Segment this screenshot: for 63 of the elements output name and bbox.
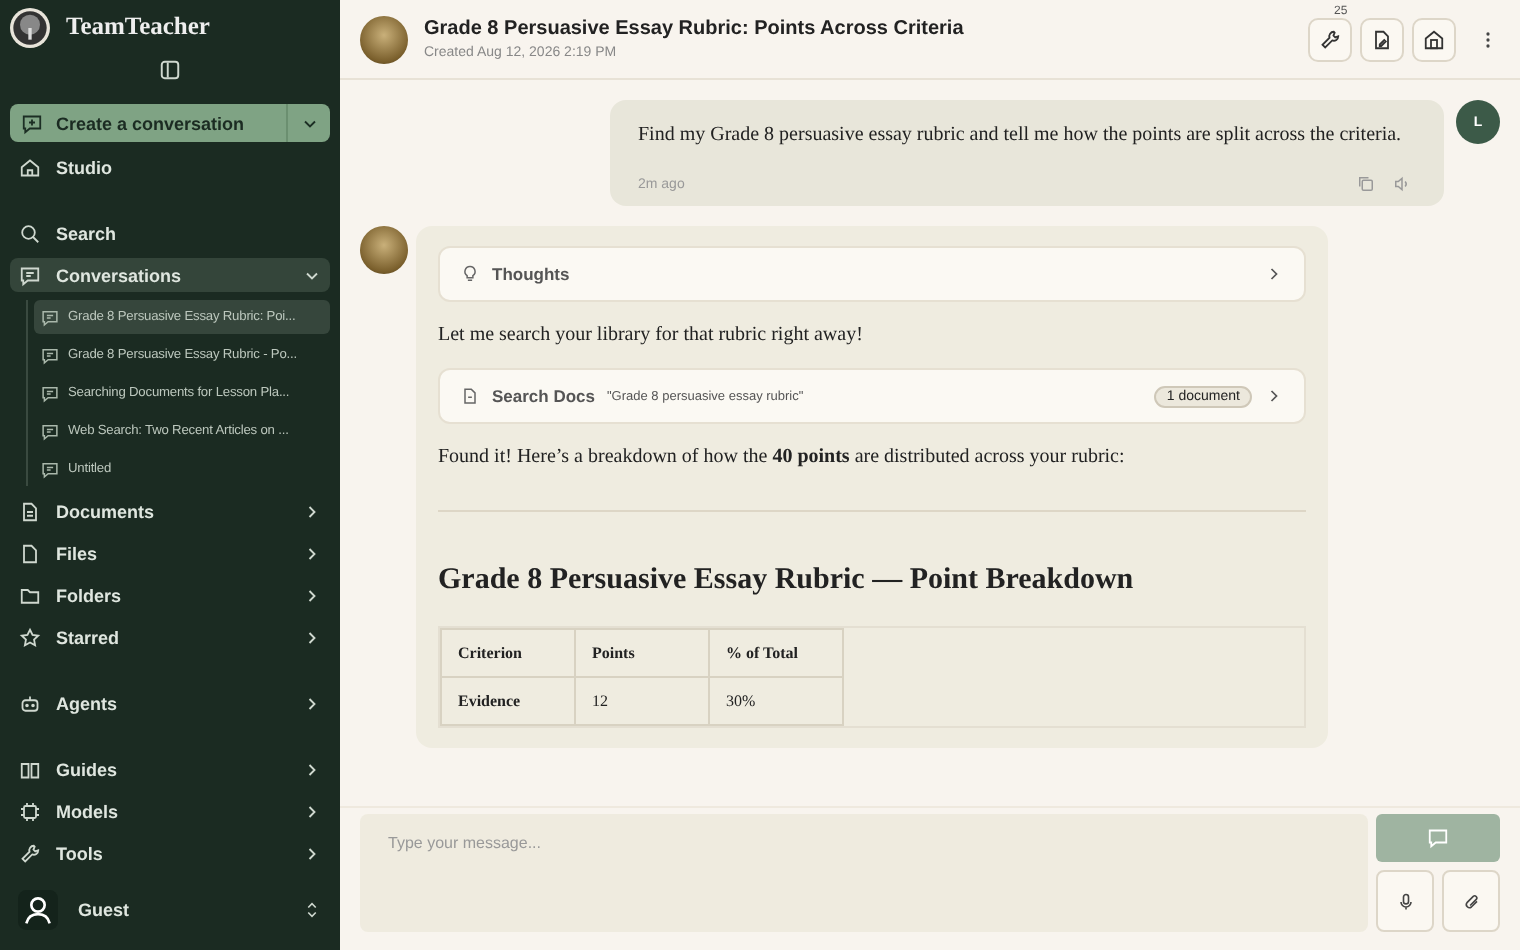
home-icon — [18, 155, 42, 179]
nav-item[interactable]: Conversations — [10, 258, 330, 292]
search-icon — [18, 221, 42, 245]
column-header: Points — [575, 629, 709, 677]
nav-item[interactable]: Studio — [10, 150, 330, 184]
chat-icon — [40, 345, 60, 365]
library-button[interactable] — [1412, 17, 1456, 61]
app-name: TeamTeacher — [66, 12, 210, 42]
message-text: Find my Grade 8 persuasive essay rubric and tell me how the points are split across the criteria. — [638, 124, 1404, 146]
bot-icon — [18, 691, 42, 715]
table-cell: Evidence — [441, 677, 575, 725]
nav-item[interactable]: Guides — [10, 752, 330, 786]
nav-item[interactable]: Agents — [10, 686, 330, 720]
assistant-avatar — [360, 15, 408, 63]
chat-icon — [40, 421, 60, 441]
up-down-chevron-icon — [302, 900, 322, 920]
chat-icon — [1426, 826, 1450, 850]
user-menu[interactable]: Guest — [10, 882, 330, 938]
create-conversation-button[interactable]: Create a conversation — [10, 104, 330, 142]
nav-item[interactable]: Models — [10, 794, 330, 828]
thoughts-toggle[interactable]: Thoughts — [438, 246, 1306, 302]
person-icon — [18, 890, 58, 930]
chat-icon — [40, 383, 60, 403]
nav-item[interactable]: Folders — [10, 578, 330, 612]
chat-icon — [40, 459, 60, 479]
tool-name: Search Docs — [492, 386, 595, 406]
table-cell: 12 — [575, 677, 709, 725]
paperclip-icon — [1461, 891, 1481, 911]
rubric-heading: Grade 8 Persuasive Essay Rubric — Point Breakdown — [438, 564, 1136, 598]
speaker-icon[interactable] — [1392, 174, 1412, 194]
nav-item[interactable]: Starred — [10, 620, 330, 654]
copy-icon[interactable] — [1356, 174, 1376, 194]
tools-button[interactable] — [1308, 17, 1352, 61]
document-icon — [460, 386, 480, 406]
nav-item[interactable]: Search — [10, 216, 330, 250]
column-header: Criterion — [441, 629, 575, 677]
sidebar-toggle-icon[interactable] — [158, 58, 182, 82]
new-chat-icon — [20, 111, 44, 135]
chat-icon — [40, 307, 60, 327]
folder-icon — [18, 583, 42, 607]
wrench-icon — [18, 841, 42, 865]
nav-item[interactable]: Tools — [10, 836, 330, 870]
column-header: % of Total — [709, 629, 843, 677]
microphone-icon — [1395, 891, 1415, 911]
document-edit-icon — [1370, 27, 1394, 51]
table-cell: 30% — [709, 677, 843, 725]
nav-item[interactable]: Documents — [10, 494, 330, 528]
chip-icon — [18, 799, 42, 823]
doc-icon — [18, 499, 42, 523]
tree-logo-icon — [10, 7, 50, 47]
wrench-icon — [1318, 27, 1342, 51]
document-edit-button[interactable] — [1360, 17, 1404, 61]
star-icon — [18, 625, 42, 649]
message-input[interactable]: Type your message... — [360, 814, 1368, 932]
file-icon — [18, 541, 42, 565]
assistant-avatar — [360, 226, 408, 274]
chat-icon — [18, 263, 42, 287]
nav-item[interactable]: Files — [10, 536, 330, 570]
message-text: Found it! Here’s a breakdown of how the 40 points are distributed across your rubric: — [438, 444, 1127, 470]
lightbulb-icon — [460, 264, 480, 284]
book-icon — [18, 757, 42, 781]
conversation-title: Grade 8 Persuasive Essay Rubric: Points Across Criteria — [424, 18, 966, 40]
message-text: Let me search your library for that rubric right away! — [438, 322, 865, 348]
